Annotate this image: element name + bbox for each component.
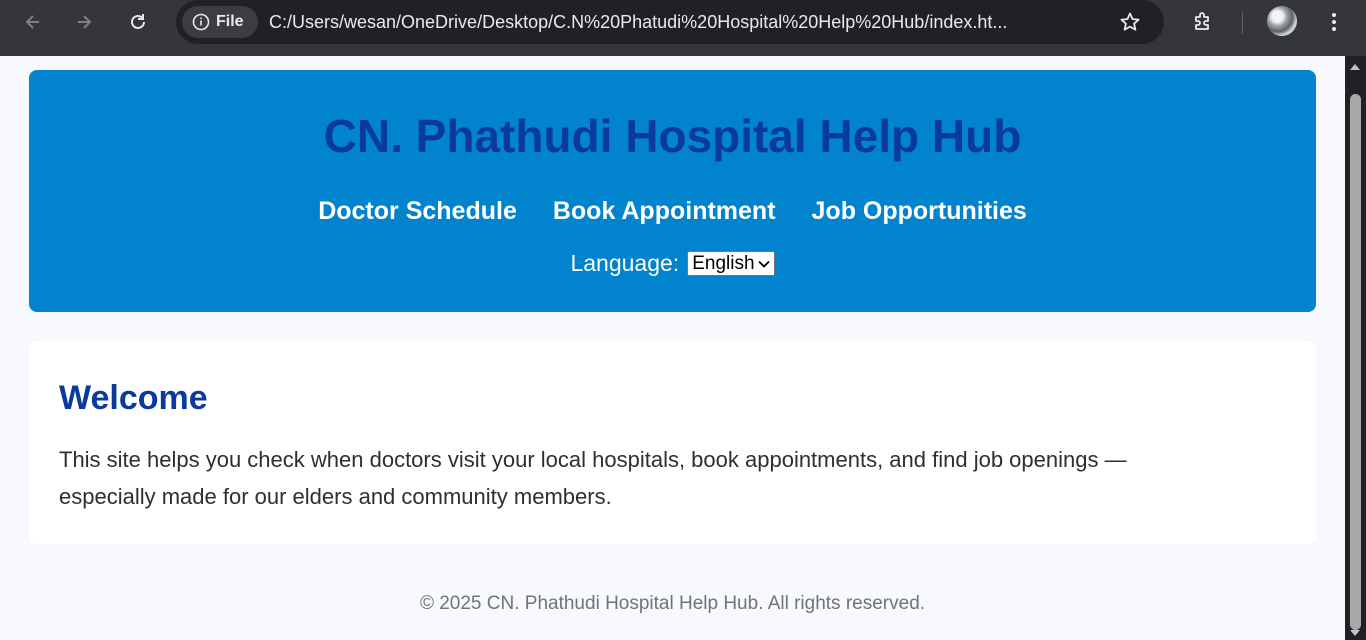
toolbar-divider: [1242, 12, 1243, 34]
info-icon: [192, 13, 210, 31]
forward-button[interactable]: [70, 8, 98, 36]
language-selected-value: English: [692, 252, 755, 274]
welcome-card: Welcome This site helps you check when d…: [29, 341, 1316, 544]
kebab-menu-icon: [1332, 13, 1336, 31]
main-nav: Doctor Schedule Book Appointment Job Opp…: [29, 196, 1316, 226]
nav-job-opportunities[interactable]: Job Opportunities: [812, 196, 1027, 226]
forward-arrow-icon: [78, 15, 92, 29]
back-arrow-icon: [25, 15, 39, 29]
language-switcher: Language: English: [29, 250, 1316, 277]
nav-book-appointment[interactable]: Book Appointment: [553, 196, 776, 226]
language-select[interactable]: English: [687, 251, 775, 276]
scroll-up-arrow-icon[interactable]: [1350, 64, 1360, 70]
nav-doctor-schedule[interactable]: Doctor Schedule: [318, 196, 517, 226]
url-text[interactable]: C:/Users/wesan/OneDrive/Desktop/C.N%20Ph…: [269, 11, 1109, 33]
reload-button[interactable]: [124, 8, 152, 36]
menu-button[interactable]: [1320, 8, 1348, 36]
site-title: CN. Phathudi Hospital Help Hub: [323, 110, 1022, 162]
welcome-text: This site helps you check when doctors v…: [59, 447, 1127, 509]
scrollbar-thumb[interactable]: [1350, 94, 1361, 630]
bookmark-star-button[interactable]: [1116, 8, 1144, 36]
reload-icon: [131, 14, 145, 29]
extensions-button[interactable]: [1189, 8, 1217, 36]
vertical-scrollbar[interactable]: [1345, 56, 1366, 640]
language-label: Language:: [570, 250, 680, 276]
puzzle-icon: [1195, 12, 1209, 30]
back-button[interactable]: [19, 8, 47, 36]
site-header: CN. Phathudi Hospital Help Hub Doctor Sc…: [29, 70, 1316, 312]
star-icon: [1120, 12, 1140, 31]
site-info-chip[interactable]: File: [182, 6, 258, 38]
scroll-down-arrow-icon[interactable]: [1350, 630, 1360, 636]
chip-label: File: [216, 13, 244, 30]
page-viewport: CN. Phathudi Hospital Help Hub Doctor Sc…: [0, 56, 1345, 640]
welcome-heading: Welcome: [59, 379, 208, 417]
chevron-down-icon: [757, 260, 770, 268]
profile-avatar[interactable]: [1267, 6, 1297, 36]
browser-toolbar: File C:/Users/wesan/OneDrive/Desktop/C.N…: [0, 0, 1366, 56]
address-bar[interactable]: File C:/Users/wesan/OneDrive/Desktop/C.N…: [176, 0, 1164, 44]
footer-copyright: © 2025 CN. Phathudi Hospital Help Hub. A…: [419, 593, 926, 614]
